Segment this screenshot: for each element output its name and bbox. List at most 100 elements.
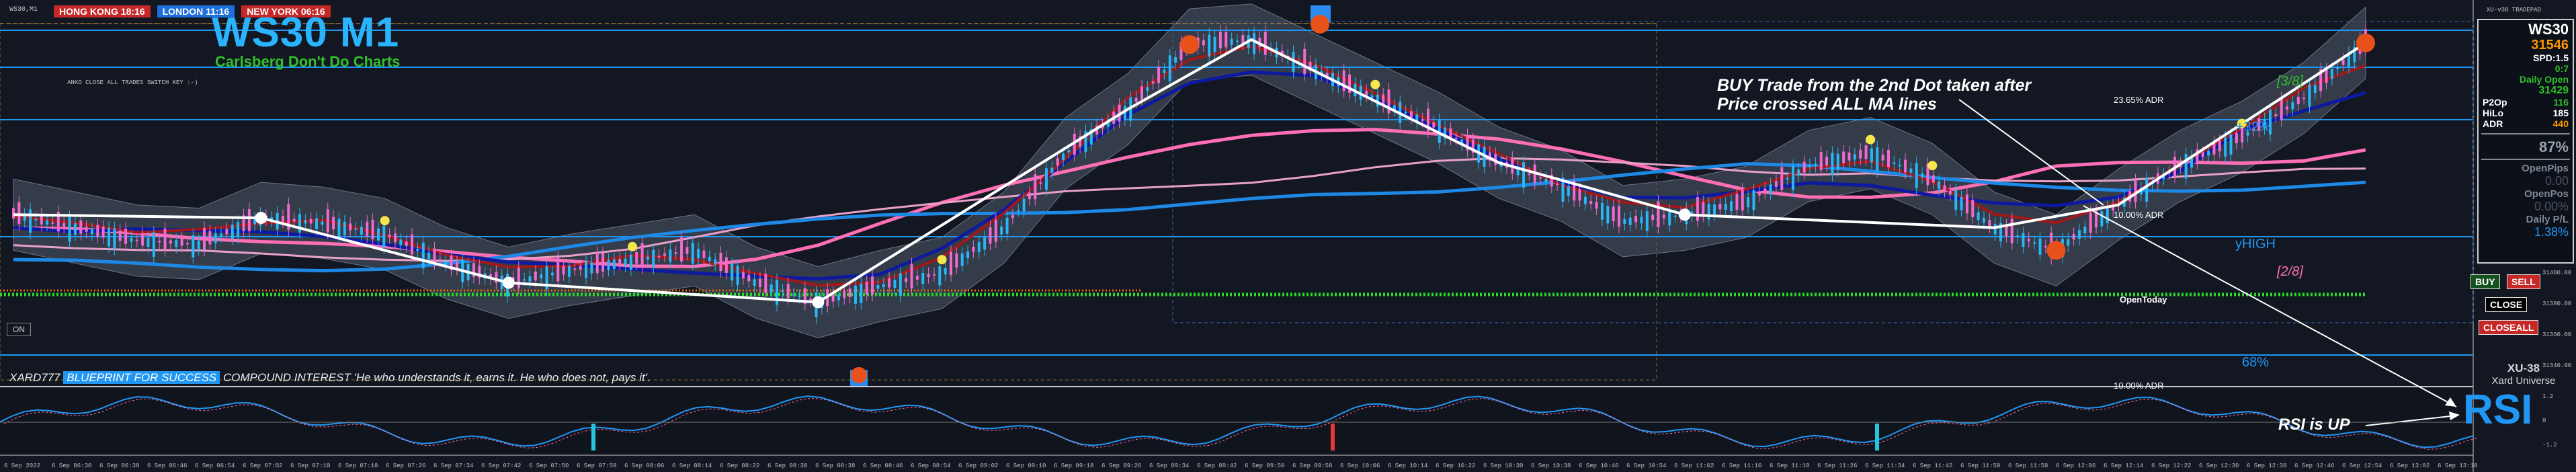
candle-body [1702, 202, 1705, 217]
candle-body [376, 228, 380, 241]
candle-body [1567, 186, 1570, 196]
panel-divider [2481, 133, 2570, 134]
panel-time: 0:7 [2554, 63, 2569, 74]
candle-body [1842, 151, 1845, 163]
candle-body [79, 220, 83, 234]
time-axis-label: 6 Sep 12:14 [2104, 463, 2143, 469]
price-axis-label: 31360.00 [2542, 331, 2571, 338]
close-all-button[interactable]: CLOSEALL [2479, 320, 2539, 335]
tagline-highlight: BLUEPRINT FOR SUCCESS [63, 371, 220, 384]
rsi-axis-label: 1.2 [2542, 393, 2553, 400]
candle-body [332, 217, 335, 230]
candle-body [741, 272, 745, 278]
panel-spread: SPD:1.5 [2533, 52, 2569, 63]
candle-body [618, 259, 622, 264]
candle-body [871, 276, 874, 295]
candle-body [697, 249, 700, 259]
candle-body [208, 231, 212, 245]
candle-body [1960, 196, 1963, 210]
candle-body [1202, 40, 1205, 46]
time-axis-label: 6 Sep 10:38 [1531, 463, 1571, 469]
time-axis-label: 6 Sep 10:30 [1483, 463, 1523, 469]
candle-body [1146, 87, 1149, 91]
time-axis-label: 6 Sep 11:42 [1913, 463, 1952, 469]
on-toggle-button[interactable]: ON [7, 323, 31, 336]
tagline-rest: COMPOUND INTEREST 'He who understands it… [223, 371, 651, 384]
candle-body [1881, 155, 1884, 161]
time-axis-label: 6 Sep 08:22 [720, 463, 759, 469]
candle-body [1825, 157, 1829, 166]
candle-body [343, 221, 346, 235]
candle-body [1612, 206, 1615, 221]
candle-body [1263, 32, 1267, 55]
candle-body [2336, 67, 2339, 69]
candle-body [540, 274, 543, 278]
candle-body [629, 254, 632, 270]
candle-body [85, 227, 88, 232]
time-axis-label: 6 Sep 12:38 [2247, 463, 2286, 469]
candle-body [1606, 206, 1610, 224]
panel-adr-pct: 87% [2538, 139, 2569, 155]
time-axis-label: 6 Sep 09:26 [1102, 463, 1141, 469]
candle-body [2274, 114, 2278, 116]
candle-body [1651, 214, 1655, 221]
candle-body [2341, 59, 2345, 65]
time-axis-label: 6 Sep 10:06 [1340, 463, 1380, 469]
candle-body [2016, 235, 2020, 237]
pivot-dot [2356, 33, 2375, 52]
buy-trade-note-line2: Price crossed ALL MA lines [1717, 95, 1937, 114]
candle-body [1859, 149, 1862, 159]
candle-body [1050, 167, 1054, 173]
level-open-today: OpenToday [2120, 294, 2167, 305]
candle-body [1752, 190, 1755, 210]
candle-body [2207, 151, 2210, 156]
candle-body [421, 242, 425, 268]
candle-body [1236, 40, 1239, 42]
time-axis-label: 6 Sep 10:14 [1388, 463, 1427, 469]
candle-body [2072, 234, 2075, 240]
candle-body [141, 233, 144, 246]
candle-body [2033, 242, 2036, 244]
time-axis-label: 6 Sep 09:58 [1292, 463, 1332, 469]
price-chart[interactable]: 31556.1031540.0031520.0031500.0031480.00… [0, 0, 2576, 472]
candle-body [562, 266, 565, 275]
candle-body [579, 266, 582, 270]
candle-body [1208, 34, 1211, 57]
time-axis-label: 6 Sep 07:58 [577, 463, 616, 469]
candle-body [731, 264, 734, 281]
rsi-axis-label: 0 [2542, 418, 2546, 424]
time-axis-label: 6 Sep 11:02 [1674, 463, 1714, 469]
candle-body [1034, 174, 1037, 200]
candle-body [523, 279, 526, 281]
candle-body [517, 268, 520, 288]
pin-marker [851, 367, 867, 383]
candle-body [433, 248, 436, 264]
panel-row-p2op: P2Op 116 [2479, 97, 2573, 108]
candle-body [1713, 204, 1716, 215]
sell-button[interactable]: SELL [2507, 274, 2540, 289]
candle-body [944, 268, 947, 275]
time-axis-label: 6 Sep 09:18 [1054, 463, 1093, 469]
panel-daily-pl-label: Daily P/L [2526, 214, 2569, 225]
candle-body [938, 266, 942, 286]
adr-top-label: 23.65% ADR [2114, 95, 2164, 105]
time-axis-label: 6 Sep 07:34 [433, 463, 473, 469]
candle-body [573, 268, 577, 270]
candle-body [1943, 185, 1946, 191]
candle-body [972, 247, 975, 252]
candle-body [349, 223, 352, 231]
panel-row-value: 185 [2552, 108, 2569, 118]
candle-body [2291, 102, 2294, 110]
buy-trade-note-line1: BUY Trade from the 2nd Dot taken after [1717, 76, 2032, 95]
candle-body [528, 276, 532, 282]
time-axis-label: 6 Sep 06:46 [147, 463, 187, 469]
close-button[interactable]: CLOSE [2485, 297, 2528, 312]
time-axis-label: 6 Sep 12:22 [2151, 463, 2191, 469]
candle-body [646, 256, 649, 260]
time-axis-label: 6 Sep 11:50 [1960, 463, 2000, 469]
panel-row-label: HiLo [2483, 108, 2504, 118]
candle-body [1836, 153, 1839, 170]
candle-body [1174, 57, 1177, 63]
buy-button[interactable]: BUY [2470, 274, 2500, 289]
candle-body [595, 253, 599, 274]
